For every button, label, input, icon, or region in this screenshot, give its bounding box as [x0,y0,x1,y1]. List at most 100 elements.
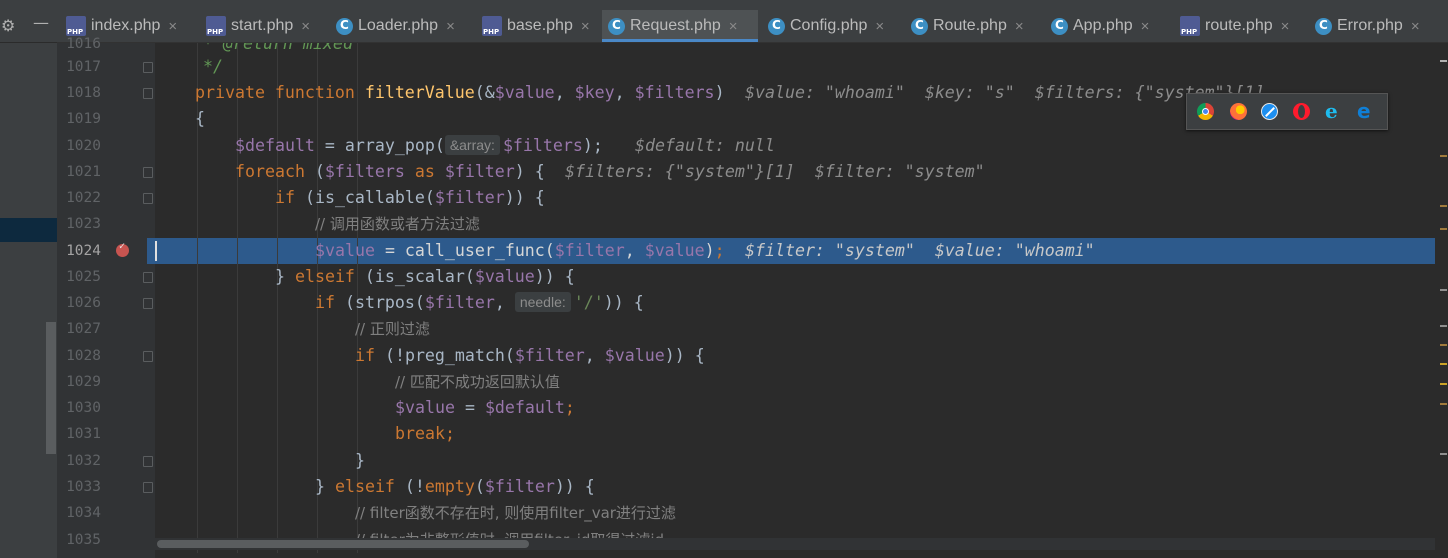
tab-config-php[interactable]: Config.php × [762,10,902,42]
line-number: 1032 [66,453,101,469]
tab-label: base.php [507,17,573,34]
tab-route-php[interactable]: Route.php × [905,10,1042,42]
line-number: 1033 [66,479,101,495]
gear-icon[interactable]: ⚙ [1,16,15,35]
class-file-icon [911,17,928,35]
close-icon[interactable]: × [875,18,884,35]
tab-label: Request.php [630,17,721,34]
debug-inline-values: $filters: {"system"}[1] $filter: "system… [565,162,985,181]
line-number: 1025 [66,269,101,285]
code-line-1018: private function filterValue(&$value, $k… [195,83,725,102]
opera-icon[interactable] [1293,103,1310,120]
class-file-icon [768,17,785,35]
ie-icon[interactable]: e [1325,101,1342,121]
line-number: 1018 [66,85,101,101]
fold-marker-icon[interactable] [143,167,153,178]
project-tool-strip: ⚙ — [0,0,57,558]
tab-label: index.php [91,17,161,34]
php-file-icon [1180,16,1200,36]
class-file-icon [1051,17,1068,35]
fold-marker-icon[interactable] [143,62,153,73]
breakpoint-icon[interactable] [116,241,129,257]
line-number: 1023 [66,216,101,232]
tab-base-php[interactable]: base.php × [476,10,604,42]
tab-loader-php[interactable]: Loader.php × [330,10,468,42]
fold-marker-icon[interactable] [143,298,153,309]
close-icon[interactable]: × [1015,18,1024,35]
code-line-1033: } elseif (!empty($filter)) { [315,477,595,496]
tab-label: Route.php [933,17,1007,34]
line-number: 1022 [66,190,101,206]
line-number: 1034 [66,505,101,521]
project-tree-scrollbar[interactable] [46,322,56,454]
tab-app-php[interactable]: App.php × [1045,10,1169,42]
class-file-icon [336,17,353,35]
fold-marker-icon[interactable] [143,456,153,467]
line-number: 1017 [66,59,101,75]
code-line-1029: // 匹配不成功返回默认值 [395,373,560,391]
code-line-1023: // 调用函数或者方法过滤 [315,215,480,233]
close-icon[interactable]: × [168,18,177,35]
code-line-1021: foreach ($filters as $filter) { [235,162,545,181]
safari-icon[interactable] [1261,103,1278,120]
line-number: 1028 [66,348,101,364]
code-line-1026: if (strpos($filter, needle: '/')) { [315,292,644,312]
line-number: 1027 [66,321,101,337]
close-icon[interactable]: × [1281,18,1290,35]
code-line-1025: } elseif (is_scalar($value)) { [275,267,575,286]
code-line-1031: break; [395,424,455,443]
project-tree-selected-row[interactable] [0,218,57,242]
code-line-1032: } [355,451,365,470]
horizontal-scrollbar-thumb[interactable] [157,540,529,548]
fold-marker-icon[interactable] [143,88,153,99]
minus-icon[interactable]: — [33,13,49,32]
debug-inline-values: $default: null [635,136,775,155]
tab-label: App.php [1073,17,1133,34]
line-number: 1031 [66,426,101,442]
line-number: 1026 [66,295,101,311]
close-icon[interactable]: × [1141,18,1150,35]
tab-label: Error.php [1337,17,1403,34]
line-number: 1030 [66,400,101,416]
parameter-hint: needle: [514,292,571,312]
line-number-current: 1024 [66,243,101,259]
line-number: 1029 [66,374,101,390]
line-number: 1021 [66,164,101,180]
horizontal-scrollbar[interactable] [155,538,1435,550]
close-icon[interactable]: × [446,18,455,35]
php-file-icon [482,16,502,36]
tab-request-php[interactable]: Request.php × [602,10,758,42]
code-line-1028: if (!preg_match($filter, $value)) { [355,346,705,365]
fold-marker-icon[interactable] [143,482,153,493]
close-icon[interactable]: × [729,18,738,35]
tab-error-php[interactable]: Error.php × [1309,10,1447,42]
class-file-icon [1315,17,1332,35]
fold-marker-icon[interactable] [143,272,153,283]
tab-label: route.php [1205,17,1273,34]
chrome-icon[interactable] [1197,103,1214,120]
code-line-1016: * @return mixed [203,43,353,53]
code-line-1024: $value = call_user_func($filter, $value)… [315,241,725,260]
tab-start-php[interactable]: start.php × [200,10,328,42]
tab-route-lower-php[interactable]: route.php × [1174,10,1312,42]
fold-marker-icon[interactable] [143,193,153,204]
code-line-1022: if (is_callable($filter)) { [275,188,545,207]
code-line-1020: $default = array_pop(&array: $filters); [235,135,603,155]
parameter-hint: &array: [444,135,500,155]
close-icon[interactable]: × [1411,18,1420,35]
fold-marker-icon[interactable] [143,351,153,362]
tab-label: Loader.php [358,17,439,34]
code-line-1019: { [195,109,205,128]
open-in-browser-bar: e e [1186,93,1388,130]
editor-gutter[interactable]: 1016 1017 1018 1019 1020 1021 1022 1023 … [57,36,155,558]
edge-icon[interactable]: e [1357,101,1374,121]
code-line-1027: // 正则过滤 [355,320,430,338]
close-icon[interactable]: × [301,18,310,35]
debug-inline-values: $filter: "system" $value: "whoami" [745,241,1095,260]
tab-label: Config.php [790,17,868,34]
close-icon[interactable]: × [581,18,590,35]
line-number: 1019 [66,111,101,127]
code-line-1030: $value = $default; [395,398,575,417]
vertical-scrollbar[interactable] [1435,43,1448,558]
firefox-icon[interactable] [1230,103,1247,120]
